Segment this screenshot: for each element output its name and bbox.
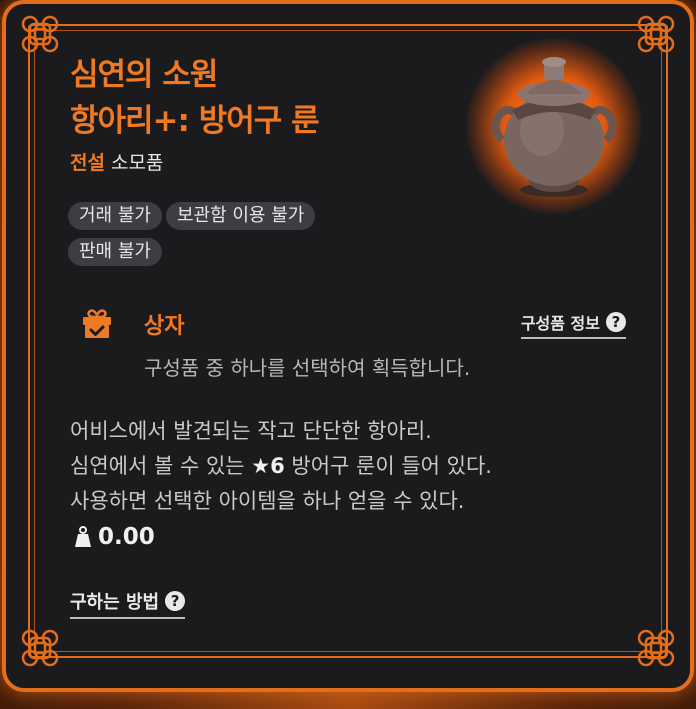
item-grade: 전설: [70, 152, 105, 174]
restriction-tags: 거래 불가 보관함 이용 불가 판매 불가: [68, 202, 408, 274]
item-image: [466, 38, 642, 214]
corner-knot-icon: [18, 626, 62, 670]
star-grade: ★6: [251, 454, 285, 478]
item-name-line2: 항아리+: 방어구 룬: [70, 103, 320, 139]
question-icon: ?: [606, 312, 626, 332]
how-to-obtain-link[interactable]: 구하는 방법 ?: [70, 588, 186, 619]
item-grade-row: 전설 소모품: [70, 148, 163, 175]
weight-value: 0.00: [98, 524, 155, 550]
corner-knot-icon: [634, 626, 678, 670]
item-description: 어비스에서 발견되는 작고 단단한 항아리. 심연에서 볼 수 있는 ★6 방어…: [70, 414, 492, 519]
composition-info-link[interactable]: 구성품 정보 ?: [520, 310, 626, 339]
description-line2-post: 방어구 룬이 들어 있다.: [284, 454, 492, 478]
tag-no-storage: 보관함 이용 불가: [165, 202, 316, 230]
item-name: 심연의 소원 항아리+: 방어구 룬: [70, 52, 320, 144]
gift-box-icon: [83, 309, 111, 338]
jar-icon: [491, 57, 617, 197]
weight-icon: [75, 526, 91, 547]
box-type-title: 상자: [144, 314, 185, 339]
item-name-line1: 심연의 소원: [70, 57, 218, 93]
description-line3: 사용하면 선택한 아이템을 하나 얻을 수 있다.: [70, 489, 465, 513]
composition-info-label: 구성품 정보: [520, 314, 600, 333]
how-to-obtain-label: 구하는 방법: [70, 592, 160, 613]
box-description: 구성품 중 하나를 선택하여 획득합니다.: [144, 356, 471, 380]
tag-unsellable: 판매 불가: [68, 238, 162, 266]
description-line2-pre: 심연에서 볼 수 있는: [70, 454, 252, 478]
description-line2: 심연에서 볼 수 있는 ★6 방어구 룬이 들어 있다.: [70, 449, 492, 484]
item-category: 소모품: [110, 152, 164, 174]
item-weight: 0.00: [74, 524, 155, 550]
tag-untradable: 거래 불가: [68, 202, 162, 230]
description-line1: 어비스에서 발견되는 작고 단단한 항아리.: [70, 419, 432, 443]
corner-knot-icon: [18, 12, 62, 56]
question-icon: ?: [165, 591, 186, 611]
